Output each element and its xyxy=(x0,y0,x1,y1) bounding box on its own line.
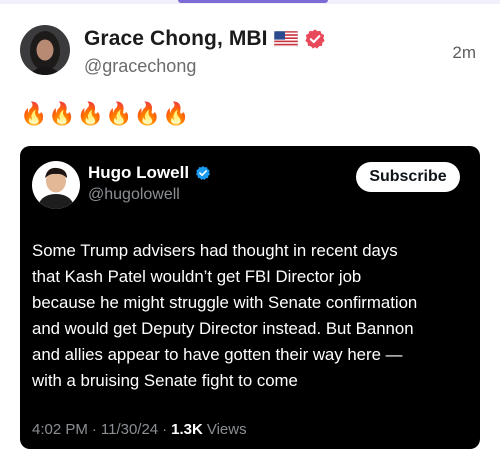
embed-body-line: and would get Deputy Director instead. B… xyxy=(32,319,414,338)
embed-time[interactable]: 4:02 PM xyxy=(32,421,88,438)
author-name-row: Grace Chong, MBI xyxy=(84,26,326,52)
embedded-post-card[interactable]: Hugo Lowell @hugolowell Subscribe Some T… xyxy=(20,146,480,449)
embed-body-line: with a bruising Senate fight to come xyxy=(32,371,298,390)
embed-author-name[interactable]: Hugo Lowell xyxy=(88,163,189,183)
embed-body-line: that Kash Patel wouldn’t get FBI Directo… xyxy=(32,267,362,286)
embed-body-line: because he might struggle with Senate co… xyxy=(32,293,418,312)
meta-separator: · xyxy=(91,421,97,438)
subscribe-button[interactable]: Subscribe xyxy=(356,162,460,192)
post-text: 🔥🔥🔥🔥🔥🔥 xyxy=(20,101,191,126)
embed-name-row: Hugo Lowell xyxy=(88,163,211,183)
embed-avatar-image xyxy=(32,161,80,209)
avatar-image xyxy=(20,25,70,75)
us-flag-icon xyxy=(273,30,298,48)
embed-body-line: and allies appear to have gotten their w… xyxy=(32,345,403,364)
embed-body-text: Some Trump advisers had thought in recen… xyxy=(32,238,478,394)
embed-author-avatar[interactable] xyxy=(32,161,80,209)
post-timestamp: 2m xyxy=(452,43,476,62)
views-label: Views xyxy=(206,421,247,438)
embed-meta: 4:02 PM · 11/30/24 · 1.3K Views xyxy=(32,421,247,438)
author-avatar[interactable] xyxy=(20,25,70,75)
author-name[interactable]: Grace Chong, MBI xyxy=(84,27,268,51)
embed-author-handle[interactable]: @hugolowell xyxy=(88,186,180,204)
views-count: 1.3K xyxy=(171,421,203,438)
meta-separator: · xyxy=(162,421,168,438)
post: Grace Chong, MBI @gracechong 2m 🔥🔥🔥🔥🔥🔥 H… xyxy=(0,0,500,466)
author-handle[interactable]: @gracechong xyxy=(84,56,196,77)
verified-badge-icon xyxy=(304,28,326,50)
embed-body-line: Some Trump advisers had thought in recen… xyxy=(32,241,398,260)
embed-date[interactable]: 11/30/24 xyxy=(101,421,158,438)
verified-checkmark-icon xyxy=(195,165,211,181)
